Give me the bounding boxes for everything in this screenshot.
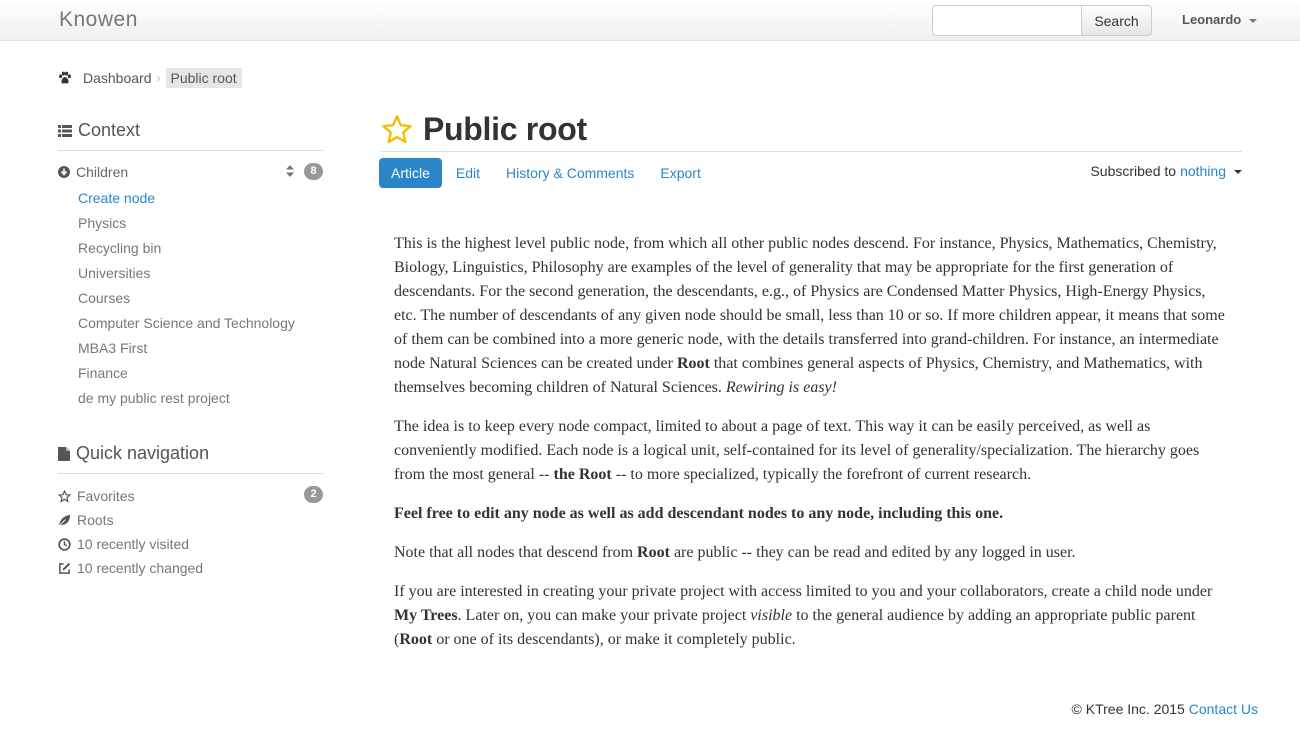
quick-nav-favorites[interactable]: Favorites 2 <box>58 484 323 508</box>
breadcrumb-current: Public root <box>165 67 242 88</box>
user-name: Leonardo <box>1182 12 1242 27</box>
subscribed-value: nothing <box>1180 163 1226 179</box>
article-text: . Later on, you can make your private pr… <box>457 607 747 624</box>
children-toggle[interactable]: Children 8 <box>58 162 323 182</box>
article-paragraph: This is the highest level public node, f… <box>394 232 1230 400</box>
subscription-dropdown[interactable]: Subscribed to nothing <box>1090 163 1242 179</box>
article-paragraph: Note that all nodes that descend from Ro… <box>394 541 1230 565</box>
quick-nav-heading: Quick navigation <box>58 443 323 474</box>
favorite-star-icon[interactable] <box>381 114 413 146</box>
leaf-icon <box>58 514 71 526</box>
article-text: -- to more specialized, typically the fo… <box>615 466 1032 483</box>
article-text: are public -- they can be read and edite… <box>673 544 1076 561</box>
article-tabs: Article Edit History & Comments Export <box>379 158 715 188</box>
quick-nav-recently-visited[interactable]: 10 recently visited <box>58 532 323 556</box>
clock-icon <box>58 537 71 551</box>
file-icon <box>58 446 70 461</box>
quick-nav-label: 10 recently changed <box>77 560 204 576</box>
create-node-link[interactable]: Create node <box>78 187 295 212</box>
favorites-count-badge: 2 <box>304 486 323 503</box>
article-text: This is the highest level public node, f… <box>394 235 1225 372</box>
article-text: Note that all nodes that descend from <box>394 544 634 561</box>
star-outline-icon <box>58 489 71 503</box>
search-input[interactable] <box>932 5 1083 36</box>
article-body: This is the highest level public node, f… <box>394 232 1230 667</box>
context-heading: Context <box>58 120 323 151</box>
article-bold: My Trees <box>394 607 458 624</box>
article-paragraph: Feel free to edit any node as well as ad… <box>394 502 1230 526</box>
child-node-item[interactable]: Courses <box>78 287 295 312</box>
children-list: Create node Physics Recycling bin Univer… <box>78 187 295 412</box>
article-bold: Feel free to edit any node as well as ad… <box>394 505 1004 522</box>
child-node-item[interactable]: Universities <box>78 262 295 287</box>
article-text: If you are interested in creating your p… <box>394 583 1213 600</box>
article-bold: Root <box>676 355 710 372</box>
search-button[interactable]: Search <box>1081 5 1152 36</box>
brand-logo[interactable]: Knowen <box>59 8 138 32</box>
subscribed-prefix: Subscribed to <box>1090 163 1177 179</box>
tab-export[interactable]: Export <box>648 158 712 188</box>
quick-nav-recently-changed[interactable]: 10 recently changed <box>58 556 323 580</box>
paw-icon <box>59 71 71 83</box>
context-heading-label: Context <box>78 120 141 140</box>
article-bold: Root <box>637 544 670 561</box>
child-node-item[interactable]: de my public rest project <box>78 387 295 412</box>
article-italic: Rewiring is easy! <box>725 379 837 396</box>
quick-nav-list: Favorites 2 Roots 10 recently visited 10… <box>58 484 323 580</box>
tab-edit[interactable]: Edit <box>444 158 492 188</box>
page-header: Public root <box>381 108 1242 152</box>
quick-nav-label: Favorites <box>77 488 135 504</box>
article-bold: the Root <box>553 466 612 483</box>
user-menu[interactable]: Leonardo <box>1182 12 1258 27</box>
child-node-item[interactable]: MBA3 First <box>78 337 295 362</box>
quick-nav-label: Roots <box>77 512 114 528</box>
copyright: © KTree Inc. 2015 <box>1071 701 1185 717</box>
article-italic: visible <box>750 607 793 624</box>
footer: © KTree Inc. 2015 Contact Us <box>1072 701 1258 717</box>
quick-nav-label: 10 recently visited <box>77 536 190 552</box>
quick-nav-heading-label: Quick navigation <box>76 443 210 463</box>
child-node-item[interactable]: Computer Science and Technology <box>78 312 295 337</box>
tab-history-comments[interactable]: History & Comments <box>494 158 646 188</box>
article-bold: Root <box>399 631 433 648</box>
children-count-badge: 8 <box>304 163 323 180</box>
child-node-item[interactable]: Finance <box>78 362 295 387</box>
quick-nav-roots[interactable]: Roots <box>58 508 323 532</box>
children-label: Children <box>76 164 129 180</box>
page-title: Public root <box>423 111 587 147</box>
child-node-item[interactable]: Physics <box>78 212 295 237</box>
navbar: Knowen Search Leonardo <box>0 0 1300 41</box>
caret-down-icon <box>1234 170 1242 174</box>
article-text: or one of its descendants), or make it c… <box>436 631 796 648</box>
chevron-right-icon: › <box>156 70 161 85</box>
article-paragraph: The idea is to keep every node compact, … <box>394 415 1230 487</box>
breadcrumb: Dashboard › Public root <box>58 67 242 88</box>
breadcrumb-dashboard[interactable]: Dashboard <box>83 70 152 86</box>
article-paragraph: If you are interested in creating your p… <box>394 580 1230 652</box>
edit-icon <box>59 562 71 574</box>
arrow-circle-down-icon <box>58 166 70 178</box>
list-icon <box>58 124 72 137</box>
child-node-item[interactable]: Recycling bin <box>78 237 295 262</box>
sort-icon[interactable] <box>285 164 295 178</box>
caret-down-icon <box>1249 18 1258 23</box>
tab-article[interactable]: Article <box>379 158 442 188</box>
contact-us-link[interactable]: Contact Us <box>1189 701 1258 717</box>
